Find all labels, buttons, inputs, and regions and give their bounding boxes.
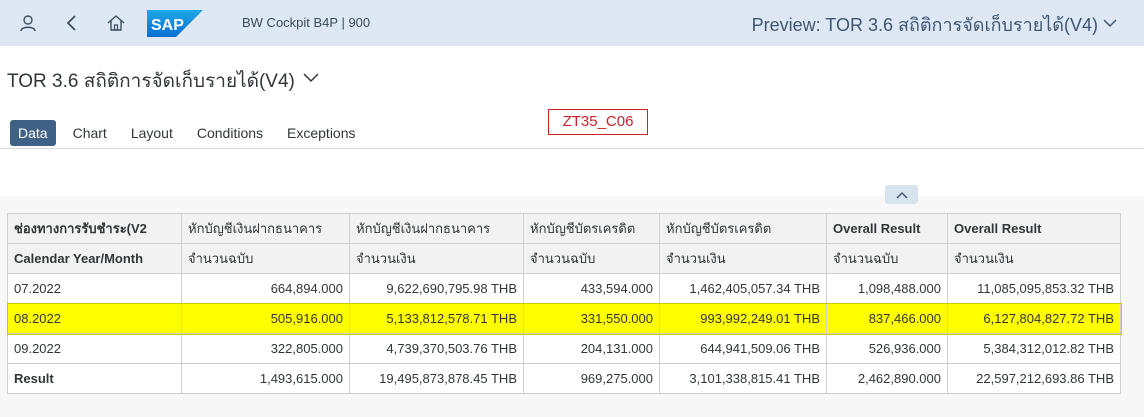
sap-logo-text: SAP: [151, 17, 184, 34]
table-cell[interactable]: 9,622,690,795.98 THB: [349, 273, 524, 304]
table-row: 09.2022 322,805.000 4,739,370,503.76 THB…: [7, 333, 1121, 364]
column-header[interactable]: หักบัญชีบัตรเครดิต: [523, 213, 660, 244]
sap-logo[interactable]: SAP: [147, 10, 203, 37]
column-header[interactable]: จำนวนฉบับ: [523, 243, 660, 274]
table-cell[interactable]: 969,275.000: [523, 363, 660, 394]
column-header[interactable]: จำนวนเงิน: [659, 243, 827, 274]
table-cell[interactable]: 644,941,509.06 THB: [659, 333, 827, 364]
collapse-header-button[interactable]: [885, 185, 918, 204]
tab-chart[interactable]: Chart: [66, 120, 114, 146]
row-label[interactable]: Result: [7, 363, 182, 394]
table-cell[interactable]: 322,805.000: [181, 333, 350, 364]
table-row-result: Result 1,493,615.000 19,495,873,878.45 T…: [7, 363, 1121, 394]
table-cell[interactable]: 22,597,212,693.86 THB: [947, 363, 1121, 394]
table-header-row: Calendar Year/Month จำนวนฉบับ จำนวนเงิน …: [7, 243, 1121, 274]
table-cell[interactable]: 5,384,312,012.82 THB: [947, 333, 1121, 364]
table-row-highlighted: 08.2022 505,916.000 5,133,812,578.71 THB…: [6, 302, 1122, 335]
table-header-row: ช่องทางการรับชำระ(V2 หักบัญชีเงินฝากธนาค…: [7, 213, 1121, 244]
table-cell[interactable]: 204,131.000: [523, 333, 660, 364]
tab-divider: [0, 148, 1144, 149]
tab-bar: Data Chart Layout Conditions Exceptions: [10, 120, 373, 146]
chevron-down-icon[interactable]: [303, 70, 319, 84]
column-header[interactable]: จำนวนเงิน: [349, 243, 524, 274]
table-cell[interactable]: 993,992,249.01 THB: [659, 303, 827, 334]
column-header[interactable]: Overall Result: [947, 213, 1121, 244]
table-cell[interactable]: 433,594.000: [523, 273, 660, 304]
row-label[interactable]: 09.2022: [7, 333, 182, 364]
table-cell[interactable]: 6,127,804,827.72 THB: [947, 303, 1121, 334]
column-header[interactable]: หักบัญชีเงินฝากธนาคาร: [181, 213, 350, 244]
column-header[interactable]: จำนวนเงิน: [947, 243, 1121, 274]
table-cell[interactable]: 19,495,873,878.45 THB: [349, 363, 524, 394]
table-cell[interactable]: 1,462,405,057.34 THB: [659, 273, 827, 304]
column-header[interactable]: จำนวนฉบับ: [181, 243, 350, 274]
row-label[interactable]: 08.2022: [7, 303, 182, 334]
data-table: ช่องทางการรับชำระ(V2 หักบัญชีเงินฝากธนาค…: [6, 213, 1122, 394]
query-id-stamp: ZT35_C06: [548, 109, 648, 135]
user-icon[interactable]: [18, 13, 38, 33]
app-title-menu[interactable]: Preview: TOR 3.6 สถิติการจัดเก็บรายได้(V…: [752, 10, 1098, 39]
column-header[interactable]: จำนวนฉบับ: [826, 243, 948, 274]
system-title: BW Cockpit B4P | 900: [242, 15, 371, 30]
chevron-up-icon: [895, 191, 908, 199]
table-cell[interactable]: 837,466.000: [826, 303, 948, 334]
column-header[interactable]: Overall Result: [826, 213, 948, 244]
tab-data[interactable]: Data: [10, 120, 56, 146]
tab-layout[interactable]: Layout: [124, 120, 180, 146]
back-icon[interactable]: [62, 13, 82, 33]
table-cell[interactable]: 3,101,338,815.41 THB: [659, 363, 827, 394]
home-icon[interactable]: [106, 13, 126, 33]
column-header[interactable]: ช่องทางการรับชำระ(V2: [7, 213, 182, 244]
page-title[interactable]: TOR 3.6 สถิติการจัดเก็บรายได้(V4): [7, 66, 295, 96]
table-cell[interactable]: 2,462,890.000: [826, 363, 948, 394]
column-header[interactable]: Calendar Year/Month: [7, 243, 182, 274]
table-cell[interactable]: 664,894.000: [181, 273, 350, 304]
table-cell[interactable]: 526,936.000: [826, 333, 948, 364]
row-label[interactable]: 07.2022: [7, 273, 182, 304]
table-cell[interactable]: 331,550.000: [523, 303, 660, 334]
table-cell[interactable]: 505,916.000: [181, 303, 350, 334]
table-cell[interactable]: 11,085,095,853.32 THB: [947, 273, 1121, 304]
tab-exceptions[interactable]: Exceptions: [280, 120, 362, 146]
table-cell[interactable]: 4,739,370,503.76 THB: [349, 333, 524, 364]
column-header[interactable]: หักบัญชีบัตรเครดิต: [659, 213, 827, 244]
chevron-down-icon[interactable]: [1102, 15, 1118, 31]
shell-bar: SAP BW Cockpit B4P | 900 Preview: TOR 3.…: [0, 0, 1144, 46]
column-header[interactable]: หักบัญชีเงินฝากธนาคาร: [349, 213, 524, 244]
table-cell[interactable]: 5,133,812,578.71 THB: [349, 303, 524, 334]
tab-conditions[interactable]: Conditions: [190, 120, 270, 146]
table-cell[interactable]: 1,493,615.000: [181, 363, 350, 394]
table-row: 07.2022 664,894.000 9,622,690,795.98 THB…: [7, 273, 1121, 304]
table-cell[interactable]: 1,098,488.000: [826, 273, 948, 304]
